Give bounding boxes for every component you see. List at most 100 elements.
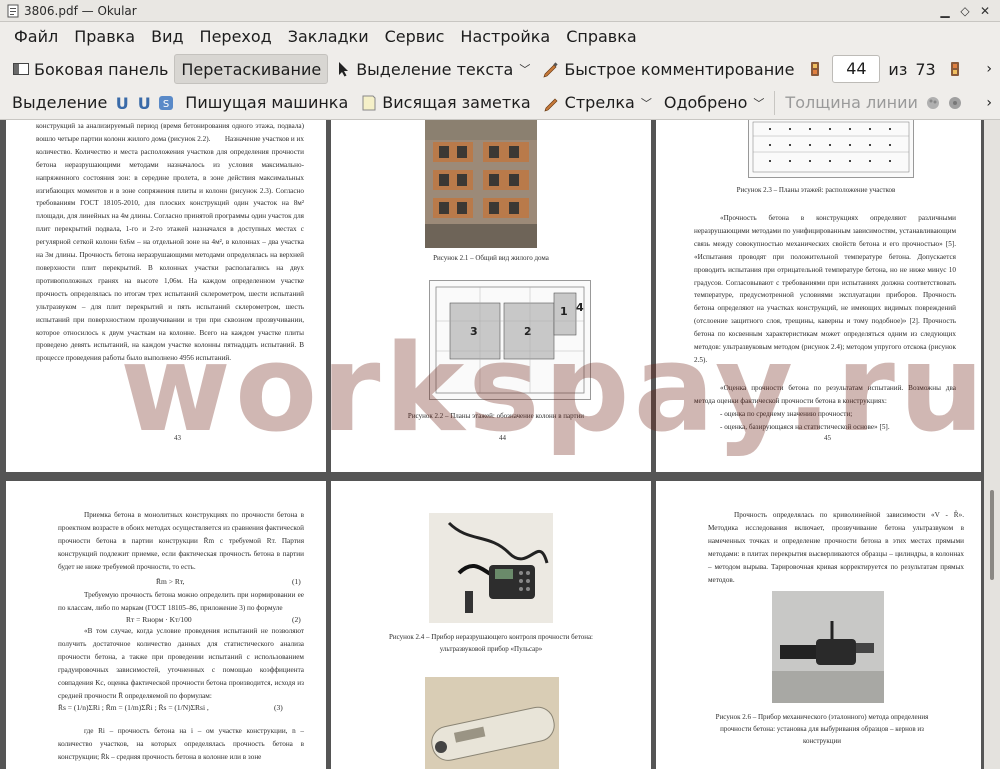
core-drill-photo (772, 591, 884, 703)
drag-mode-label: Перетаскивание (181, 59, 322, 79)
line-width-label: Толщина линии (785, 93, 918, 112)
page-text: Требуемую прочность бетона можно определ… (58, 591, 304, 612)
text-select-button[interactable]: Выделение текста ﹀ (328, 54, 536, 84)
svg-text:4: 4 (576, 301, 584, 314)
menu-tools[interactable]: Сервис (377, 22, 453, 52)
arrow-pen-icon (543, 94, 561, 112)
pdf-page-46: Приемка бетона в монолитных конструкциях… (6, 481, 326, 769)
formula: R̄s = (1/n)ΣRi ; R̄m = (1/m)ΣR̄i ; R̄s =… (58, 703, 209, 712)
text-select-label: Выделение текста (356, 59, 514, 79)
title-bar: 3806.pdf — Okular ▁ ◇ ✕ (0, 0, 1000, 22)
underline-icon[interactable]: U (113, 94, 131, 113)
pdf-page-43: конструкций за анализируемый период (вре… (6, 120, 326, 472)
building-photo (425, 120, 537, 248)
cursor-icon (334, 60, 352, 78)
svg-text:S: S (163, 99, 169, 110)
list-item: - оценка по среднему значению прочности; (720, 410, 853, 418)
sidebar-button[interactable]: Боковая панель (6, 54, 174, 84)
menu-file[interactable]: Файл (6, 22, 66, 52)
menu-go[interactable]: Переход (192, 22, 280, 52)
svg-text:2: 2 (524, 325, 532, 338)
menu-help[interactable]: Справка (558, 22, 645, 52)
menu-view[interactable]: Вид (143, 22, 191, 52)
pdf-page-44: Рисунок 2.1 – Общий вид жилого дома 3214… (331, 120, 651, 472)
sticky-note-button[interactable]: Висящая заметка (354, 88, 536, 118)
page-number-input[interactable]: 44 (832, 55, 881, 83)
page-text: Прочность определялась по криволинейной … (708, 511, 964, 584)
page-of-label: из (888, 59, 908, 79)
figure-caption: Рисунок 2.2 – Планы этажей: обозначение … (407, 412, 585, 420)
squiggle-underline-icon[interactable]: U (135, 94, 153, 113)
annotation-toolbar: Выделение U U S Пишущая машинка Висящая … (0, 86, 1000, 120)
formula-number: (1) (292, 577, 301, 586)
menu-bar: Файл Правка Вид Переход Закладки Сервис … (0, 22, 1000, 52)
floor-plan-drawing: 3 2 14 (429, 280, 591, 400)
page-total: 73 (915, 59, 936, 79)
typewriter-button[interactable]: Пишущая машинка (179, 88, 354, 118)
pen-icon (542, 60, 560, 78)
arrow-label: Стрелка (564, 93, 635, 112)
pdf-page-47: Рисунок 2.4 – Прибор неразрушающего конт… (331, 481, 651, 769)
color-picker-icon[interactable] (924, 94, 942, 112)
chevron-down-icon[interactable]: ﹀ (641, 95, 652, 111)
page-number: 43 (174, 434, 181, 442)
pdf-page-45: Рисунок 2.3 – Планы этажей: расположение… (656, 120, 981, 472)
next-page-icon[interactable] (946, 60, 964, 78)
stamp-label: Одобрено (663, 93, 748, 112)
line-width-button[interactable]: Толщина линии (779, 88, 924, 118)
page-number: 45 (824, 434, 831, 442)
stamp-button[interactable]: Одобрено ﹀ (658, 88, 771, 118)
stamp-underline-icon[interactable]: S (157, 94, 175, 112)
arrow-button[interactable]: Стрелка ﹀ (537, 88, 658, 118)
formula-number: (3) (274, 703, 283, 712)
page-number: 44 (499, 434, 506, 442)
window-title: 3806.pdf — Okular (24, 3, 137, 18)
main-toolbar: Боковая панель Перетаскивание Выделение … (0, 52, 1000, 86)
minimize-icon[interactable]: ▁ (936, 3, 954, 19)
figure-caption: Рисунок 2.1 – Общий вид жилого дома (433, 254, 549, 262)
highlight-button[interactable]: Выделение (6, 88, 113, 118)
menu-settings[interactable]: Настройка (452, 22, 558, 52)
highlight-label: Выделение (12, 93, 108, 112)
figure-caption: Рисунок 2.6 – Прибор механического (этал… (715, 713, 929, 745)
maximize-icon[interactable]: ◇ (956, 3, 974, 19)
menu-edit[interactable]: Правка (66, 22, 143, 52)
sticky-note-label: Висящая заметка (382, 93, 531, 112)
chevron-down-icon[interactable]: ﹀ (519, 61, 530, 77)
toolbar-separator (774, 90, 776, 115)
menu-bookmarks[interactable]: Закладки (280, 22, 377, 52)
page-text: «В том случае, когда условие проведения … (58, 627, 304, 700)
sidebar-icon (12, 60, 30, 78)
formula: R̄m > Rт, (156, 577, 185, 586)
svg-text:1: 1 (560, 305, 568, 318)
note-icon (360, 94, 378, 112)
page-text: Приемка бетона в монолитных конструкциях… (58, 511, 304, 571)
sidebar-button-label: Боковая панель (34, 59, 169, 79)
palette-icon[interactable] (946, 94, 964, 112)
chevron-down-icon[interactable]: ﹀ (753, 95, 764, 111)
svg-text:3: 3 (470, 325, 478, 338)
drag-mode-button[interactable]: Перетаскивание (174, 54, 329, 84)
page-text: где Ri – прочность бетона на i – ом учас… (58, 727, 304, 761)
formula-number: (2) (292, 615, 301, 624)
scrollbar-thumb[interactable] (990, 490, 994, 580)
rebound-hammer-photo (425, 677, 559, 769)
quick-comment-button[interactable]: Быстрое комментирование (536, 54, 800, 84)
previous-page-icon[interactable] (806, 60, 824, 78)
document-view[interactable]: конструкций за анализируемый период (вре… (0, 120, 1000, 769)
toolbar-overflow-icon[interactable]: › (986, 95, 992, 111)
pdf-file-icon (6, 4, 20, 18)
floor-plan-drawing (748, 120, 914, 178)
page-text: конструкций за анализируемый период (вре… (36, 122, 304, 363)
figure-caption: Рисунок 2.3 – Планы этажей: расположение… (736, 186, 896, 194)
formula: Rт = Rнорм · Kт/100 (126, 615, 192, 624)
page-text: «Оценка прочности бетона по результатам … (694, 384, 956, 405)
toolbar-overflow-icon[interactable]: › (986, 61, 992, 77)
page-text: «Прочность бетона в конструкциях определ… (694, 214, 956, 364)
vertical-scrollbar[interactable] (984, 120, 1000, 769)
close-icon[interactable]: ✕ (976, 3, 994, 19)
ultrasonic-device-photo (429, 513, 553, 623)
figure-caption: Рисунок 2.4 – Прибор неразрушающего конт… (388, 633, 594, 653)
quick-comment-label: Быстрое комментирование (564, 59, 795, 79)
typewriter-label: Пишущая машинка (185, 93, 349, 112)
